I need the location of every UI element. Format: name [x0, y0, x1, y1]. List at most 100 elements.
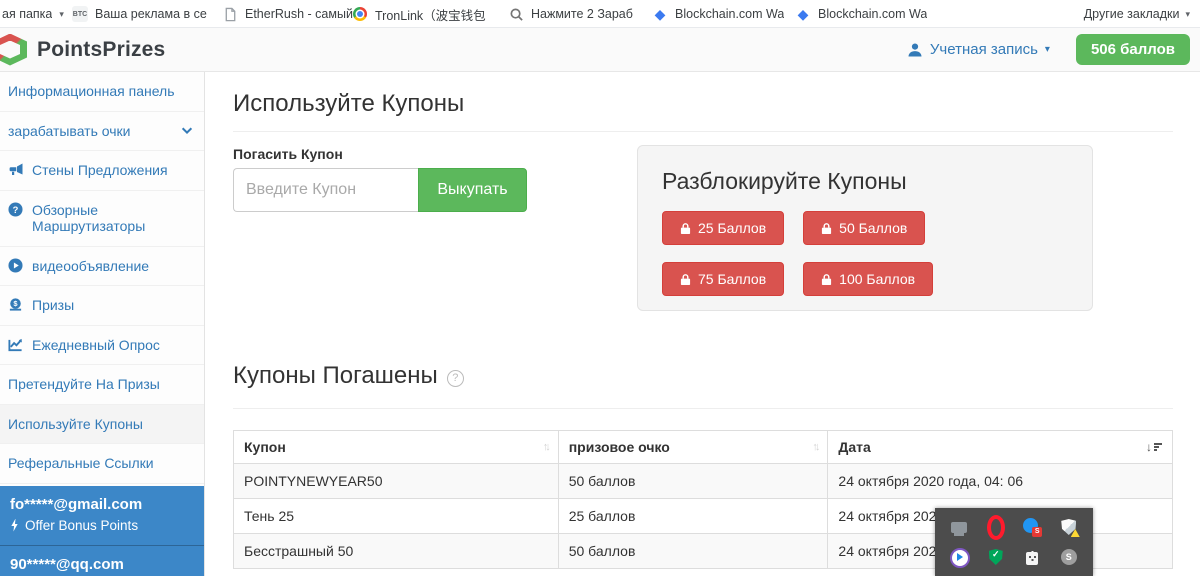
account-offer-gmail[interactable]: fo*****@gmail.com Offer Bonus Points: [0, 486, 204, 545]
sidebar-item-label: видеообъявление: [32, 258, 149, 275]
shield-check-icon[interactable]: [987, 548, 1005, 566]
sidebar-item-label: Претендуйте На Призы: [8, 376, 160, 393]
table-header-row: Купон ↑↓ призовое очко ↑↓ Дата ↓: [234, 431, 1173, 464]
redeemed-coupons-title-text: Купоны Погашены: [233, 362, 438, 390]
lock-icon: [680, 273, 691, 286]
sidebar-item-offer-walls[interactable]: Стены Предложения: [0, 151, 204, 191]
unlock-button-label: 100 Баллов: [839, 271, 915, 287]
unlock-coupons-title: Разблокируйте Купоны: [662, 168, 1068, 195]
unlock-50-button[interactable]: 50 Баллов: [803, 211, 925, 245]
bookmark-btc[interactable]: BTC Ваша реклама в се: [72, 0, 207, 28]
sidebar-item-dashboard[interactable]: Информационная панель: [0, 72, 204, 112]
sidebar-item-label: Обзорные Маршрутизаторы: [32, 202, 196, 235]
cell-coupon: Тень 25: [234, 499, 559, 534]
bookmark-folder-label: ая папка: [2, 7, 52, 21]
sidebar-item-label: Призы: [32, 297, 74, 314]
unlock-75-button[interactable]: 75 Баллов: [662, 262, 784, 296]
bookmark-etherrush[interactable]: EtherRush - самый: [222, 0, 353, 28]
cell-coupon: POINTYNEWYEAR50: [234, 464, 559, 499]
magnifier-icon: [508, 6, 524, 22]
diamond-icon: ◆: [795, 6, 811, 22]
points-balance-badge[interactable]: 506 баллов: [1076, 34, 1190, 65]
brand-title[interactable]: PointsPrizes: [37, 38, 165, 62]
cell-coupon: Бесстрашный 50: [234, 534, 559, 569]
unlock-button-label: 50 Баллов: [839, 220, 907, 236]
diamond-icon: ◆: [652, 6, 668, 22]
bookmark-blockchain-2[interactable]: ◆ Blockchain.com Wa: [795, 0, 927, 28]
page-title: Используйте Купоны: [233, 90, 464, 118]
chevron-down-icon: ▾: [59, 9, 64, 20]
bookmark-blockchain-1[interactable]: ◆ Blockchain.com Wa: [652, 0, 784, 28]
column-header-date[interactable]: Дата ↓: [828, 431, 1173, 464]
unlock-button-label: 75 Баллов: [698, 271, 766, 287]
unlock-25-button[interactable]: 25 Баллов: [662, 211, 784, 245]
svg-text:?: ?: [13, 204, 19, 214]
bookmark-label: Blockchain.com Wa: [675, 7, 784, 21]
redeem-input-group: Выкупать: [233, 168, 527, 212]
sidebar-item-survey-routers[interactable]: ? Обзорные Маршрутизаторы: [0, 191, 204, 247]
system-tray-popup: [935, 508, 1093, 576]
skype-gray-icon[interactable]: [1060, 548, 1078, 566]
sidebar-account-offers: fo*****@gmail.com Offer Bonus Points 90*…: [0, 486, 204, 576]
media-play-icon[interactable]: [950, 548, 968, 566]
defender-warning-icon[interactable]: [1060, 518, 1078, 536]
bookmark-folder[interactable]: ая папка ▾: [2, 0, 64, 28]
divider: [233, 131, 1173, 132]
lock-icon: [821, 222, 832, 235]
sidebar-item-label: Используйте Купоны: [8, 416, 143, 433]
play-circle-icon: [8, 258, 24, 274]
account-email: fo*****@gmail.com: [10, 496, 194, 513]
pointsprizes-logo-icon[interactable]: [0, 34, 27, 66]
screen: ая папка ▾ BTC Ваша реклама в се EtherRu…: [0, 0, 1200, 576]
person-icon: [907, 42, 923, 58]
account-offer-qq[interactable]: 90*****@qq.com Offer Bonus Points: [0, 545, 204, 576]
bookmark-label: Ваша реклама в се: [95, 7, 207, 21]
chevron-down-icon: ▾: [1185, 9, 1190, 20]
sort-desc-icon[interactable]: ↓: [1146, 440, 1162, 454]
other-bookmarks-button[interactable]: Другие закладки ▾: [1084, 0, 1190, 28]
offer-bonus-label: Offer Bonus Points: [25, 518, 138, 533]
lightning-icon: [10, 519, 19, 532]
cell-points: 50 баллов: [558, 534, 828, 569]
sidebar-item-label: зарабатывать очки: [8, 123, 131, 140]
sidebar-item-video-ads[interactable]: видеообъявление: [0, 247, 204, 287]
column-header-coupon[interactable]: Купон ↑↓: [234, 431, 559, 464]
bookmark-tronlink[interactable]: TronLink（波宝钱包: [352, 0, 486, 28]
account-menu[interactable]: Учетная запись ▾: [907, 41, 1050, 58]
redeem-coupon-label: Погасить Купон: [233, 146, 343, 162]
cell-date: 24 октября 2020 года, 04: 06: [828, 464, 1173, 499]
column-header-points[interactable]: призовое очко ↑↓: [558, 431, 828, 464]
app-header: PointsPrizes Учетная запись ▾ 506 баллов: [0, 28, 1200, 72]
help-icon[interactable]: ?: [447, 370, 464, 387]
antenna-icon[interactable]: [1023, 548, 1041, 566]
chevron-down-icon: [180, 123, 196, 139]
sidebar-item-use-coupons[interactable]: Используйте Купоны: [0, 405, 204, 445]
app-s-blue-icon[interactable]: [1023, 518, 1041, 536]
sidebar-item-prizes[interactable]: $ Призы: [0, 286, 204, 326]
bookmarks-bar: ая папка ▾ BTC Ваша реклама в се EtherRu…: [0, 0, 1200, 28]
sidebar-item-referral-links[interactable]: Реферальные Ссылки: [0, 444, 204, 484]
bookmark-click2earn[interactable]: Нажмите 2 Зараб: [508, 0, 633, 28]
sort-icon[interactable]: ↑↓: [812, 441, 817, 453]
unlock-coupons-panel: Разблокируйте Купоны 25 Баллов 50 Баллов…: [637, 145, 1093, 311]
lock-icon: [821, 273, 832, 286]
account-email: 90*****@qq.com: [10, 556, 194, 573]
sort-icon[interactable]: ↑↓: [543, 441, 548, 453]
unlock-100-button[interactable]: 100 Баллов: [803, 262, 933, 296]
monitor-icon[interactable]: [950, 518, 968, 536]
sidebar-item-label: Реферальные Ссылки: [8, 455, 154, 472]
coupon-input[interactable]: [233, 168, 418, 212]
opera-icon[interactable]: [987, 518, 1005, 536]
bookmark-label: EtherRush - самый: [245, 7, 353, 21]
redeem-button[interactable]: Выкупать: [418, 168, 527, 212]
cell-points: 50 баллов: [558, 464, 828, 499]
sidebar-item-earn-points[interactable]: зарабатывать очки: [0, 112, 204, 152]
table-row[interactable]: POINTYNEWYEAR50 50 баллов 24 октября 202…: [234, 464, 1173, 499]
main-content: Используйте Купоны Погасить Купон Выкупа…: [205, 72, 1200, 576]
sidebar-item-claim-prizes[interactable]: Претендуйте На Призы: [0, 365, 204, 405]
sidebar-item-label: Ежедневный Опрос: [32, 337, 160, 354]
sidebar-item-label: Информационная панель: [8, 83, 175, 100]
bookmark-label: Нажмите 2 Зараб: [531, 7, 633, 21]
cell-points: 25 баллов: [558, 499, 828, 534]
sidebar-item-daily-poll[interactable]: Ежедневный Опрос: [0, 326, 204, 366]
